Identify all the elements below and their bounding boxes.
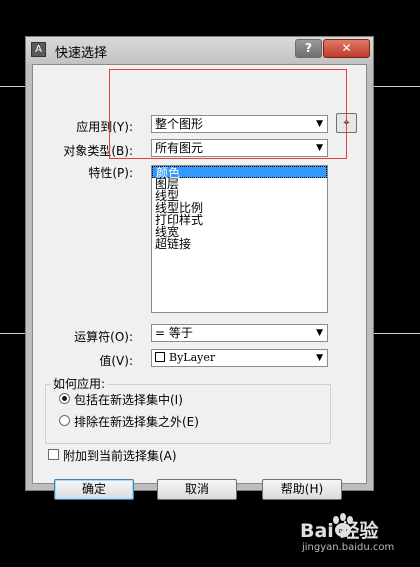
properties-label: 特性(P): [88, 166, 133, 180]
operator-label: 运算符(O): [74, 330, 133, 344]
exclude-radio[interactable] [59, 415, 70, 426]
watermark-logo: Bai 经验 [300, 520, 379, 542]
list-item[interactable]: 超链接 [152, 238, 327, 250]
include-radio[interactable] [59, 393, 70, 404]
background-line-bottom [0, 333, 25, 334]
highlight-annotation-box [109, 69, 347, 159]
color-swatch-icon [155, 352, 165, 362]
include-label[interactable]: 包括在新选择集中(I) [74, 391, 183, 408]
operator-combobox[interactable]: = 等于 ▼ [151, 324, 328, 342]
exclude-label[interactable]: 排除在新选择集之外(E) [74, 413, 199, 430]
append-checkbox[interactable] [48, 449, 59, 460]
background-line-top [0, 86, 25, 87]
chevron-down-icon: ▼ [316, 353, 323, 363]
help-button[interactable]: 帮助(H) [262, 479, 342, 500]
chevron-down-icon: ▼ [316, 328, 323, 338]
how-to-apply-title: 如何应用: [51, 375, 108, 392]
window-title: 快速选择 [55, 46, 108, 61]
operator-value: = 等于 [155, 326, 193, 340]
ok-button[interactable]: 确定 [54, 479, 134, 500]
cancel-button[interactable]: 取消 [157, 479, 237, 500]
close-button[interactable]: ✕ [323, 39, 370, 58]
append-label[interactable]: 附加到当前选择集(A) [63, 447, 177, 464]
value-text: ByLayer [169, 351, 216, 364]
value-combobox[interactable]: ByLayer ▼ [151, 349, 328, 367]
value-label: 值(V): [99, 354, 133, 368]
background-line-top-right [374, 86, 420, 87]
title-help-button[interactable]: ? [295, 39, 322, 58]
watermark-url: jingyan.baidu.com [302, 542, 395, 553]
background-line-bottom-right [374, 333, 420, 334]
title-bar[interactable]: A 快速选择 ? ✕ [26, 37, 373, 64]
properties-listbox[interactable]: 颜色 图层 线型 线型比例 打印样式 线宽 超链接 [151, 165, 328, 313]
autocad-app-icon: A [31, 42, 46, 57]
